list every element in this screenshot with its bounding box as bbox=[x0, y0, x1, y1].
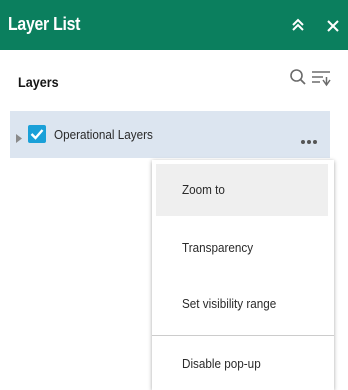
menu-item-zoom-to[interactable]: Zoom to bbox=[156, 164, 328, 216]
layers-section-title: Layers bbox=[18, 74, 59, 90]
panel-title: Layer List bbox=[8, 14, 81, 34]
caret-right-icon[interactable] bbox=[16, 130, 22, 143]
checkmark-icon bbox=[30, 129, 44, 140]
menu-item-label: Transparency bbox=[182, 240, 254, 255]
menu-item-transparency[interactable]: Transparency bbox=[156, 222, 328, 274]
layer-row-operational-layers[interactable]: Operational Layers bbox=[10, 111, 330, 158]
filter-icon[interactable] bbox=[311, 68, 331, 88]
layer-label: Operational Layers bbox=[54, 127, 153, 142]
menu-item-disable-popup[interactable]: Disable pop-up bbox=[156, 338, 328, 390]
menu-divider bbox=[152, 335, 334, 336]
menu-item-label: Set visibility range bbox=[182, 296, 277, 311]
double-chevron-up-icon[interactable] bbox=[289, 16, 307, 34]
menu-item-label: Disable pop-up bbox=[182, 356, 261, 371]
close-icon[interactable] bbox=[325, 16, 341, 34]
menu-item-label: Zoom to bbox=[182, 182, 225, 197]
more-horizontal-icon[interactable] bbox=[300, 132, 318, 144]
search-icon[interactable] bbox=[289, 68, 307, 86]
layer-visibility-checkbox[interactable] bbox=[28, 125, 46, 143]
panel-header: Layer List bbox=[0, 0, 348, 50]
menu-item-set-visibility-range[interactable]: Set visibility range bbox=[156, 278, 328, 330]
layer-actions-menu: Zoom to Transparency Set visibility rang… bbox=[152, 160, 334, 390]
